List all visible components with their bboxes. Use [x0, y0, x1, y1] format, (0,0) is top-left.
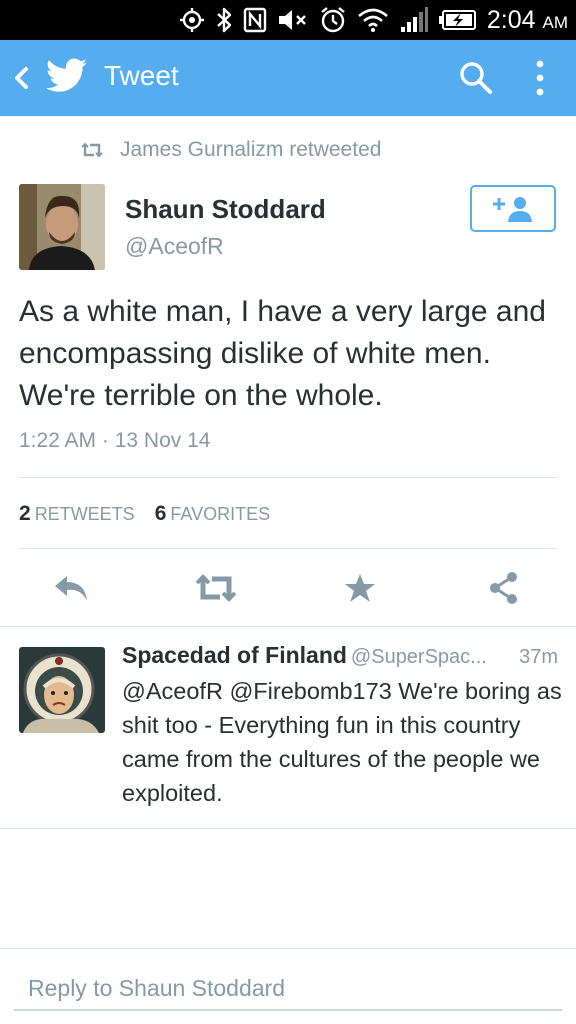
reply-text[interactable]: @AceofR @Firebomb173 We're boring as shi…: [122, 674, 562, 810]
divider: [19, 477, 557, 478]
divider: [19, 548, 557, 549]
reply-author-name[interactable]: Spacedad of Finland: [122, 642, 347, 668]
author-name[interactable]: Shaun Stoddard: [125, 194, 326, 225]
favorites-stat[interactable]: 6 FAVORITES: [155, 502, 270, 526]
favorite-icon: [345, 574, 375, 602]
nfc-icon: [243, 7, 267, 33]
share-button[interactable]: [482, 566, 526, 610]
gps-icon: [179, 8, 204, 32]
tweet-text: As a white man, I have a very large and …: [19, 295, 546, 412]
reply-avatar[interactable]: [19, 647, 105, 733]
alarm-icon: [321, 7, 345, 33]
battery-charging-icon: [438, 10, 476, 30]
retweeted-by-text: James Gurnalizm retweeted: [120, 138, 382, 161]
status-bar: 2:04 AM: [0, 0, 576, 40]
retweet-button[interactable]: [194, 566, 238, 610]
tweet-timestamp: 1:22 AM · 13 Nov 14: [19, 429, 211, 452]
share-icon: [490, 572, 517, 604]
author-handle[interactable]: @AceofR: [125, 233, 224, 260]
app-bar: Tweet: [0, 40, 576, 116]
reply-author-handle[interactable]: @SuperSpac...: [351, 646, 487, 668]
retweet-icon: [195, 574, 237, 602]
reply-compose-bar: [0, 948, 576, 1024]
wifi-icon: [358, 8, 388, 32]
retweet-small-icon: [81, 142, 103, 158]
reply-header: Spacedad of Finland @SuperSpac... 37m: [122, 642, 562, 669]
mute-icon: [278, 10, 306, 30]
tweet-stats: 2 RETWEETS 6 FAVORITES: [19, 502, 270, 526]
favorite-button[interactable]: [338, 566, 382, 610]
tweet-actions: [0, 566, 576, 610]
search-icon[interactable]: [458, 60, 494, 96]
reply-button[interactable]: [50, 566, 94, 610]
reply-input[interactable]: [14, 967, 562, 1011]
author-avatar[interactable]: [19, 184, 105, 270]
bluetooth-icon: [217, 7, 232, 33]
reply-time-ago: 37m: [519, 646, 558, 668]
retweets-stat[interactable]: 2 RETWEETS: [19, 502, 135, 526]
twitter-bird-icon[interactable]: [46, 58, 88, 96]
add-user-icon: [493, 196, 532, 222]
divider: [0, 828, 576, 829]
divider: [0, 626, 576, 627]
retweeted-by[interactable]: James Gurnalizm retweeted: [80, 138, 381, 162]
back-icon[interactable]: [8, 62, 38, 94]
follow-button[interactable]: [470, 185, 556, 232]
signal-icon: [400, 7, 428, 32]
overflow-menu-icon[interactable]: [534, 58, 546, 98]
reply-icon: [55, 576, 87, 601]
app-bar-title: Tweet: [104, 60, 179, 91]
status-time: 2:04 AM: [486, 5, 568, 34]
